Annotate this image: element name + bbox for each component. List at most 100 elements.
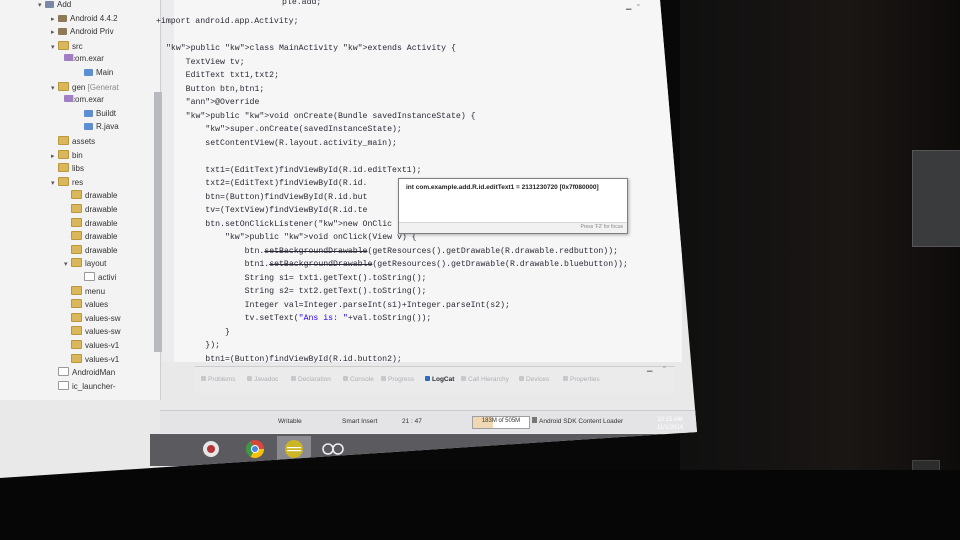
explorer-item[interactable]: ▾ Add (38, 0, 71, 9)
code-line: String s2= txt2.getText().toString(); (166, 287, 427, 296)
code-line: btn1.setBackgroundDrawable(getResources(… (166, 260, 628, 269)
explorer-item[interactable]: activi (77, 272, 116, 282)
view-tab[interactable]: LogCat (425, 376, 454, 383)
expanded-arrow-icon[interactable]: ▾ (38, 1, 45, 9)
explorer-item-label: drawable (85, 218, 118, 228)
expanded-arrow-icon[interactable]: ▾ (51, 179, 58, 187)
explorer-item[interactable]: R.java (77, 122, 119, 131)
explorer-item[interactable]: ▾ gen [Generat (51, 81, 119, 92)
file-icon (84, 272, 95, 281)
view-tab[interactable]: Properties (563, 376, 600, 383)
explorer-item-decoration: [Generat (85, 82, 119, 92)
explorer-item[interactable]: values-v1 (64, 353, 119, 364)
heap-status[interactable]: 183M of 505M (472, 416, 530, 429)
code-line: txt1=(EditText)findViewById(R.id.editTex… (166, 165, 422, 175)
code-line: btn.setOnClickListener("kw">new OnClic (166, 219, 393, 229)
tray-arrow-icon[interactable]: ▴ (595, 443, 601, 452)
folder-icon (58, 40, 69, 50)
explorer-item[interactable]: drawable (64, 217, 118, 228)
explorer-item[interactable]: ▾com.exar (64, 95, 104, 104)
view-tab-label: Console (350, 376, 374, 383)
explorer-item[interactable]: drawable (64, 190, 117, 200)
explorer-item[interactable]: AndroidMan (51, 367, 115, 377)
view-tab[interactable]: Console (343, 376, 374, 383)
java-icon (84, 109, 93, 117)
explorer-item[interactable]: ▾ layout (64, 258, 106, 268)
explorer-item[interactable]: ▸ bin (51, 149, 83, 160)
explorer-item[interactable]: values-sw (64, 326, 121, 336)
view-tab-label: Declaration (298, 376, 331, 383)
folder-icon (71, 231, 82, 241)
explorer-item[interactable]: assets (51, 136, 95, 146)
explorer-item-label: menu (85, 286, 106, 296)
taskbar-chrome-button[interactable] (238, 436, 272, 462)
explorer-item-label: drawable (85, 245, 118, 255)
explorer-item-label: libs (72, 164, 85, 174)
explorer-item[interactable]: values-sw (64, 312, 121, 323)
view-tab[interactable]: Progress (381, 376, 414, 383)
minimize-view-icon[interactable]: ▁ (647, 364, 652, 372)
explorer-item[interactable]: ▸ Android Priv (51, 27, 114, 36)
explorer-item-label: values-v1 (85, 341, 120, 350)
folder-icon (71, 299, 82, 309)
taskbar-app-button[interactable] (316, 436, 350, 462)
expanded-arrow-icon[interactable]: ▾ (51, 84, 58, 92)
volume-icon[interactable]: ◂) (626, 443, 637, 452)
windows-taskbar: ▴⚑▮▦◂) (150, 434, 697, 466)
explorer-item[interactable]: drawable (64, 244, 118, 255)
view-tab[interactable]: Declaration (291, 376, 331, 383)
code-line: String s1= txt1.getText().toString(); (166, 273, 427, 283)
explorer-item-label: Android Priv (70, 27, 114, 37)
file-icon (58, 380, 69, 390)
flag-icon[interactable]: ⚑ (601, 443, 610, 452)
view-tab[interactable]: Devices (519, 376, 549, 383)
view-tab[interactable]: Javadoc (247, 376, 278, 383)
explorer-item[interactable]: drawable (64, 231, 117, 241)
explorer-item[interactable]: ▾com.exar (64, 54, 104, 63)
explorer-item-label: res (72, 177, 84, 187)
view-tab[interactable]: Call Hierarchy (461, 376, 509, 383)
explorer-item[interactable]: Buildt (77, 109, 116, 118)
code-line: "kw">public "kw">void onClick(View v) { (224, 233, 417, 242)
pkg-icon (64, 54, 74, 62)
explorer-item[interactable]: libs (51, 163, 84, 173)
expanded-arrow-icon[interactable]: ▾ (64, 260, 71, 268)
folder-icon (71, 285, 82, 295)
taskbar-clock[interactable]: 10:15 AM 11/1/2014 (650, 416, 690, 432)
explorer-item[interactable]: values-v1 (64, 340, 119, 350)
hover-tooltip-text: int com.example.add.R.id.editText1 = 213… (406, 184, 599, 191)
collapsed-arrow-icon[interactable]: ▸ (51, 15, 58, 23)
battery-icon[interactable]: ▮ (610, 443, 616, 452)
editor-gutter-scrollbar[interactable] (154, 92, 162, 352)
collapsed-arrow-icon[interactable]: ▸ (51, 28, 58, 36)
folder-icon (71, 217, 82, 227)
explorer-item[interactable]: drawable (64, 204, 117, 214)
minimize-editor-icon[interactable]: ▁ (626, 2, 631, 10)
maximize-editor-icon[interactable]: ▫ (637, 2, 639, 9)
explorer-item[interactable]: ▾ res (51, 176, 84, 187)
explorer-item[interactable]: Main (77, 68, 113, 77)
java-icon (84, 123, 93, 131)
maximize-view-icon[interactable]: ▫ (663, 364, 665, 371)
code-line: txt2=(EditText)findViewById(R.id. (166, 179, 368, 188)
collapsed-arrow-icon[interactable]: ▸ (51, 152, 58, 160)
taskbar-eclipse-button[interactable] (277, 436, 311, 462)
pkg-icon (64, 95, 74, 103)
hover-tooltip-footer: Press 'F2' for focus (399, 222, 627, 233)
heap-label: 183M of 505M (481, 418, 521, 424)
explorer-item-label: Android 4.4.2 (70, 13, 118, 23)
network-icon[interactable]: ▦ (617, 443, 627, 452)
explorer-item-label: Buildt (96, 108, 117, 118)
explorer-item[interactable]: ▾ src (51, 40, 83, 51)
view-tab[interactable]: Problems (201, 376, 235, 383)
folder-icon (58, 163, 69, 173)
explorer-item[interactable]: values (64, 299, 108, 309)
explorer-item[interactable]: ▸ Android 4.4.2 (51, 14, 118, 23)
explorer-item-label: drawable (85, 232, 118, 242)
explorer-item-label: Main (96, 68, 114, 77)
expanded-arrow-icon[interactable]: ▾ (51, 43, 58, 51)
taskbar-app-icon[interactable] (194, 436, 228, 462)
view-tab-icon (563, 376, 568, 381)
explorer-item[interactable]: menu (64, 285, 106, 296)
explorer-item[interactable]: ic_launcher- (51, 380, 116, 391)
